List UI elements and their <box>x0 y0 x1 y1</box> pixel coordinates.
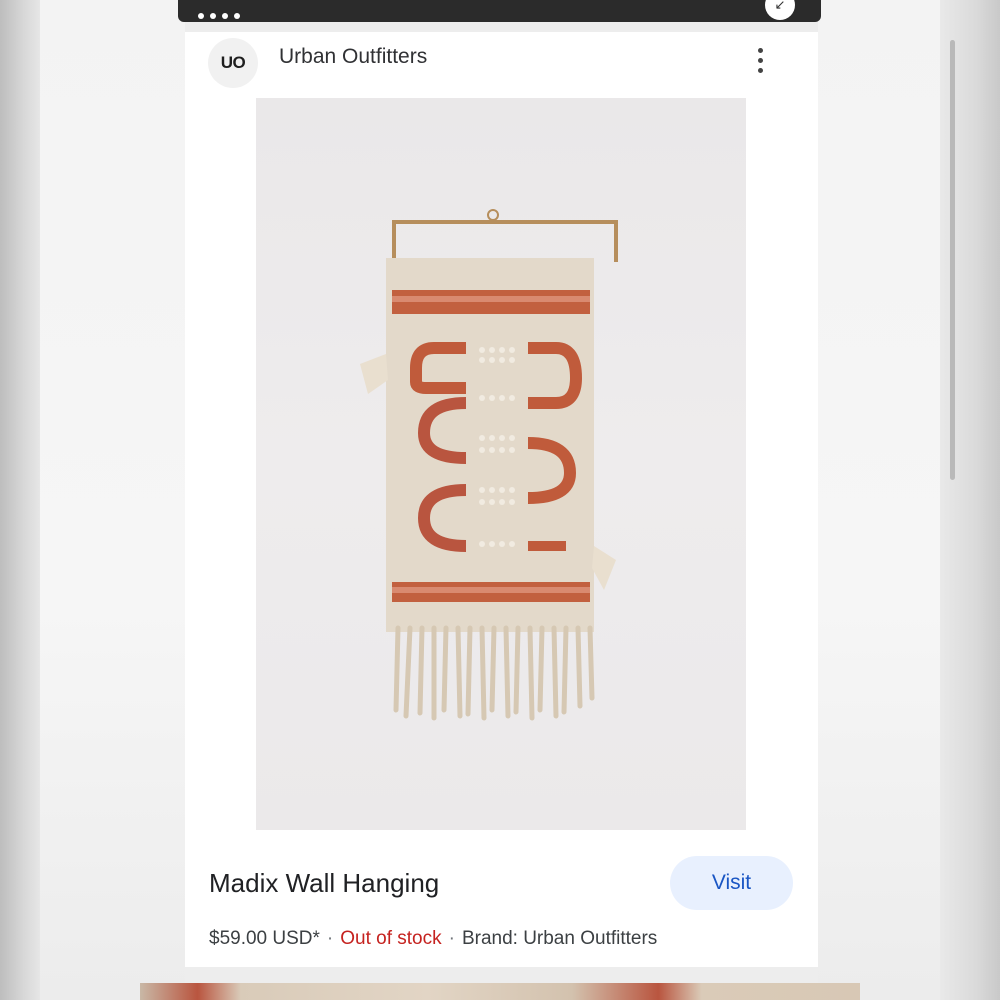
scrollbar[interactable] <box>948 0 958 1000</box>
wall-hanging-illustration <box>360 209 618 721</box>
site-logo-icon[interactable]: UO <box>208 38 258 88</box>
previous-result-card[interactable]: ↙ <box>178 0 821 22</box>
next-result-card[interactable] <box>140 983 860 1000</box>
card-header: UO Urban Outfitters <box>185 32 818 92</box>
product-meta: $59.00 USD* · Out of stock · Brand: Urban Ou… <box>209 928 657 950</box>
image-dots-indicator <box>198 13 240 19</box>
product-image[interactable] <box>256 98 746 830</box>
more-vert-icon[interactable] <box>750 42 770 78</box>
hanger-rod <box>392 220 618 224</box>
woven-fabric <box>386 258 594 632</box>
visit-button[interactable]: Visit <box>670 856 793 910</box>
price: $59.00 USD* <box>209 928 320 949</box>
backdrop-left <box>0 0 40 1000</box>
separator: · <box>448 928 455 949</box>
separator: · <box>326 928 334 949</box>
site-name[interactable]: Urban Outfitters <box>279 45 427 69</box>
product-result-card: UO Urban Outfitters Madix Wall Hanging V… <box>185 32 818 967</box>
scrollbar-thumb[interactable] <box>950 40 955 480</box>
backdrop-right-panel <box>818 0 940 1000</box>
stock-status: Out of stock <box>340 928 442 949</box>
backdrop-left-panel <box>40 0 185 1000</box>
product-title[interactable]: Madix Wall Hanging <box>209 868 439 899</box>
brand: Brand: Urban Outfitters <box>461 928 658 949</box>
expand-arrow-icon[interactable]: ↙ <box>765 0 795 20</box>
